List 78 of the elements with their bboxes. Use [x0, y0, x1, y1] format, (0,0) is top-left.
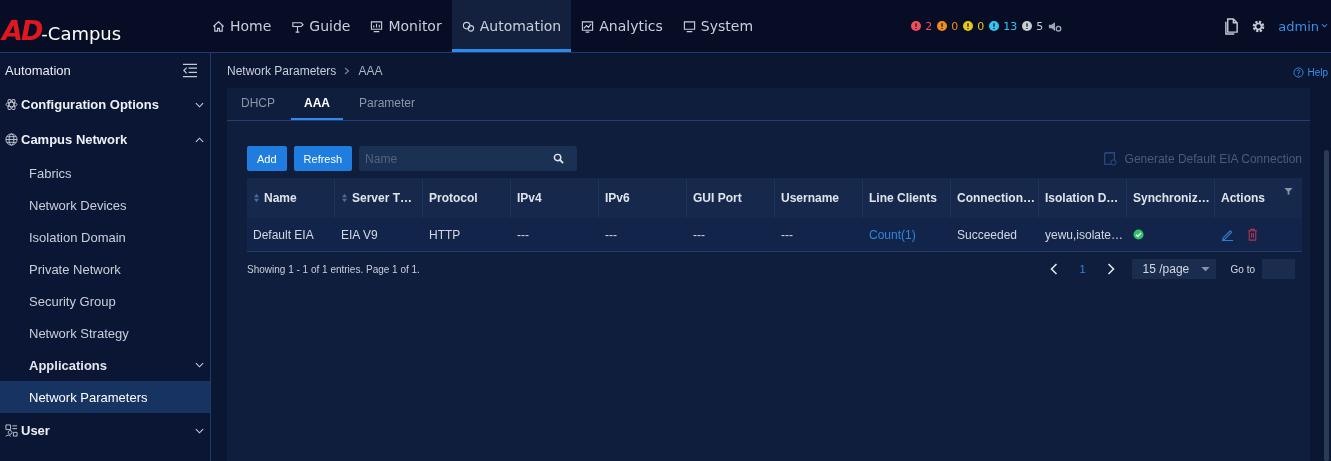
table-cell-text: ---	[692, 226, 706, 244]
table-cell-text: EIA V9	[340, 226, 379, 244]
monitor-icon	[682, 19, 696, 33]
sidebar-title: Automation	[5, 62, 71, 78]
previous-page-icon[interactable]	[1050, 263, 1059, 275]
scrollbar[interactable]	[1324, 150, 1329, 461]
table-cell-text: yewu,isolate…	[1044, 226, 1125, 244]
document-icon[interactable]	[1224, 17, 1240, 35]
table-cell-text: Succeeded	[956, 226, 1019, 244]
table-cell-text: Default EIA	[252, 226, 315, 244]
sidebar-item[interactable]: Fabrics	[0, 157, 210, 189]
logo-mark: AD	[2, 14, 42, 46]
table-cell-text: ---	[516, 226, 530, 244]
table-cell-text: HTTP	[428, 226, 462, 244]
alert-count[interactable]: 13	[1003, 19, 1018, 33]
sidebar-item[interactable]: Isolation Domain	[0, 221, 210, 253]
sidebar-item[interactable]: Security Group	[0, 285, 210, 317]
alert-count[interactable]: 0	[977, 19, 985, 33]
help-link[interactable]: Help	[1293, 67, 1328, 78]
table-cell-text: ---	[604, 226, 618, 244]
caret-icon	[1321, 23, 1328, 29]
nav-tab[interactable]: Home	[202, 0, 282, 52]
sidebar-item[interactable]: Network Parameters	[0, 381, 210, 413]
user-group-icon	[5, 424, 18, 437]
filter-icon[interactable]	[1284, 187, 1293, 196]
breadcrumb-item: AAA	[358, 63, 383, 78]
sort-icon	[341, 193, 348, 203]
help-icon	[1293, 67, 1305, 78]
add-button[interactable]: Add	[247, 146, 287, 171]
sidebar-section[interactable]: User	[0, 413, 210, 448]
tab[interactable]: AAA	[291, 88, 343, 120]
column-header[interactable]: Actions	[1215, 178, 1303, 218]
sidebar-section[interactable]: Campus Network	[0, 122, 210, 157]
sidebar-item[interactable]: Private Network	[0, 253, 210, 285]
globe-icon	[5, 133, 18, 146]
signpost-icon	[291, 19, 305, 33]
nav-tab[interactable]: Monitor	[360, 0, 452, 52]
page-number[interactable]: 1	[1067, 263, 1098, 275]
monitor-icon	[370, 19, 384, 33]
chevron-icon	[195, 136, 204, 143]
edit-icon[interactable]	[1221, 228, 1234, 241]
nav-tab[interactable]: Guide	[281, 0, 361, 52]
chevron-icon	[195, 362, 204, 368]
tab[interactable]: Parameter	[347, 88, 428, 120]
sidebar-item[interactable]: Network Strategy	[0, 317, 210, 349]
sidebar-section[interactable]: Configuration Options	[0, 87, 210, 122]
entries-summary: Showing 1 - 1 of 1 entries. Page 1 of 1.	[247, 263, 420, 275]
atom-icon	[5, 98, 18, 111]
page-size-dropdown[interactable]: 15 /page	[1131, 259, 1216, 279]
sidebar-item[interactable]: Applications	[0, 349, 210, 381]
breadcrumb-item[interactable]: Network Parameters	[227, 63, 337, 78]
gears-icon	[461, 19, 475, 33]
tab[interactable]: DHCP	[229, 88, 287, 120]
chevron-icon	[195, 101, 204, 108]
chevron-right-icon	[344, 66, 351, 75]
caret-icon	[1200, 266, 1210, 272]
user-menu[interactable]: admin	[1278, 18, 1328, 34]
logo-text: -Campus	[41, 22, 122, 44]
alert-count[interactable]: 2	[925, 19, 933, 33]
home-icon	[212, 19, 225, 33]
nav-tab[interactable]: Automation	[451, 0, 572, 52]
goto-label: Go to	[1230, 263, 1255, 275]
search-icon	[553, 153, 565, 164]
search-field[interactable]: Name	[359, 146, 578, 171]
chevron-icon	[195, 427, 204, 434]
table-cell-text: ---	[780, 226, 794, 244]
count-link[interactable]: Count(1)	[863, 218, 951, 251]
sort-icon	[253, 193, 260, 203]
chart-icon	[581, 19, 595, 33]
document-icon	[1102, 151, 1117, 166]
next-page-icon[interactable]	[1106, 263, 1115, 275]
alert-count[interactable]: 0	[951, 19, 959, 33]
nav-tab[interactable]: Analytics	[571, 0, 673, 52]
alert-count[interactable]: 5	[1036, 19, 1044, 33]
refresh-button[interactable]: Refresh	[293, 146, 353, 171]
sidebar-item[interactable]: Network Devices	[0, 189, 210, 221]
nav-tab[interactable]: System	[672, 0, 764, 52]
collapse-menu-icon[interactable]	[181, 62, 198, 78]
